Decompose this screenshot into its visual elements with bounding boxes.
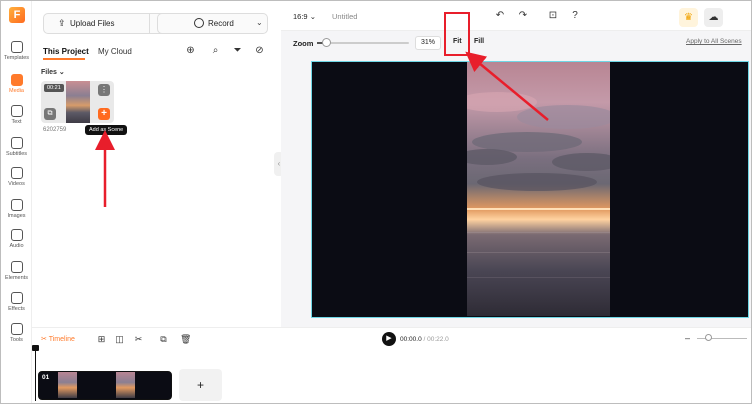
playback-time: 00:00.0 / 00:22.0 [400, 336, 449, 343]
sidebar-item-label: Text [11, 119, 22, 125]
images-icon [10, 199, 23, 211]
sidebar-item-subtitles[interactable]: Subtitles [1, 137, 32, 157]
sidebar-item-label: Effects [8, 306, 25, 312]
sidebar-item-audio[interactable]: Audio [1, 229, 32, 249]
sidebar-item-elements[interactable]: Elements [1, 261, 32, 281]
new-folder-icon[interactable]: ⊕ [185, 45, 196, 56]
upload-files-label: Upload Files [70, 19, 115, 28]
clip-frame [58, 372, 77, 398]
search-icon[interactable]: ⌕ [210, 45, 221, 56]
record-icon [194, 18, 204, 28]
split-icon[interactable]: ◫ [114, 334, 125, 345]
effects-icon [10, 292, 23, 304]
duration-badge: 00:21 [44, 84, 64, 92]
undo-icon[interactable]: ↶ [494, 10, 506, 22]
tab-my-cloud[interactable]: My Cloud [98, 47, 132, 56]
zoom-value[interactable]: 31% [415, 36, 441, 50]
templates-icon [10, 41, 23, 53]
sunset-scene [457, 92, 622, 278]
zoom-out-icon[interactable]: – [685, 333, 690, 343]
sidebar-item-tools[interactable]: Tools [1, 323, 32, 343]
fill-button[interactable]: Fill [474, 38, 484, 45]
tools-icon [10, 323, 23, 335]
sidebar-item-templates[interactable]: Templates [1, 41, 32, 61]
media-panel: ⇪ Upload Files ⌄ Record ⌄ This Project M… [32, 1, 278, 327]
sidebar-item-text[interactable]: Text [1, 105, 32, 125]
sidebar-item-images[interactable]: Images [1, 199, 32, 219]
zoom-toolbar: Zoom 31% Fit Fill Apply to All Scenes [281, 32, 751, 54]
app-logo[interactable]: F [9, 7, 25, 23]
sidebar-item-videos[interactable]: Videos [1, 167, 32, 187]
sidebar-item-media[interactable]: Media [1, 74, 32, 94]
crown-icon[interactable]: ♛ [679, 8, 698, 27]
record-label: Record [208, 19, 234, 28]
preview-canvas[interactable] [311, 61, 749, 318]
add-track-icon[interactable]: ⊞ [96, 334, 107, 345]
zoom-slider[interactable] [317, 38, 409, 47]
video-preview [457, 62, 622, 316]
zoom-slider-knob[interactable] [322, 38, 332, 47]
timeline-tab[interactable]: ✂ Timeline [41, 335, 75, 343]
redo-icon[interactable]: ↷ [517, 10, 529, 22]
total-time: / 00:22.0 [423, 336, 449, 343]
help-icon[interactable]: ? [569, 10, 581, 22]
screenshot-icon[interactable]: ⊡ [547, 10, 559, 22]
sidebar-item-label: Templates [3, 55, 30, 61]
add-as-scene-tooltip: Add as Scene [85, 125, 128, 135]
more-options-icon[interactable]: ⋮ [98, 84, 110, 96]
chevron-down-icon[interactable]: ⌄ [256, 18, 263, 27]
tab-this-project[interactable]: This Project [43, 47, 89, 56]
fit-highlight-box [444, 12, 470, 56]
timeline-clip[interactable]: 01 [38, 371, 172, 400]
add-scene-button[interactable]: + [179, 369, 222, 401]
replace-icon[interactable]: ⧉ [44, 108, 56, 120]
sidebar: F Templates Media Text Subtitles Videos Image… [1, 1, 32, 403]
hide-icon[interactable]: ⊘ [254, 45, 265, 56]
playhead[interactable] [35, 347, 36, 401]
sidebar-item-effects[interactable]: Effects [1, 292, 32, 312]
sidebar-item-label: Videos [8, 181, 25, 187]
file-name: 6202759 [43, 127, 67, 133]
tab-underline [43, 58, 85, 60]
elements-icon [10, 261, 23, 273]
aspect-ratio-select[interactable]: 16:9 ⌄ [293, 12, 316, 21]
divider [149, 14, 150, 33]
duplicate-icon[interactable]: ⧉ [158, 334, 169, 345]
cloud-save-icon[interactable]: ☁ [704, 8, 723, 27]
zoom-label: Zoom [293, 39, 314, 48]
media-file-card[interactable]: 00:21 ⋮ ⧉ + [41, 81, 114, 123]
timeline-label: Timeline [48, 336, 75, 343]
files-section-header[interactable]: Files ⌄ [41, 68, 65, 76]
clip-frame [116, 372, 135, 398]
audio-icon [10, 229, 23, 241]
play-button[interactable]: ▶ [382, 332, 396, 346]
add-as-scene-button[interactable]: + [98, 108, 110, 120]
project-title[interactable]: Untitled [332, 12, 357, 21]
apply-to-all-scenes-link[interactable]: Apply to All Scenes [686, 38, 742, 45]
current-time: 00:00.0 [400, 336, 422, 343]
cut-icon[interactable]: ✂ [133, 334, 144, 345]
clip-number: 01 [42, 374, 50, 381]
editor-topbar: 16:9 ⌄ Untitled ↶ ↷ ⊡ ? ♛ ☁ [281, 1, 751, 31]
video-thumbnail [66, 81, 90, 123]
subtitles-icon [10, 137, 23, 149]
filter-icon[interactable]: ⏷ [232, 45, 243, 56]
files-label: Files [41, 69, 57, 76]
aspect-ratio-value: 16:9 [293, 12, 308, 21]
sidebar-item-label: Subtitles [5, 151, 28, 157]
sidebar-item-label: Elements [5, 275, 28, 281]
record-button[interactable]: Record ⌄ [157, 13, 268, 34]
sidebar-item-label: Tools [10, 337, 23, 343]
timeline-zoom-knob[interactable] [705, 334, 712, 341]
text-icon [10, 105, 23, 117]
videos-icon [10, 167, 23, 179]
sidebar-item-label: Audio [9, 243, 24, 249]
delete-icon[interactable]: 🗑 [180, 334, 191, 345]
media-icon [10, 74, 23, 86]
upload-icon: ⇪ [58, 18, 66, 28]
sidebar-item-label: Images [7, 213, 26, 219]
sidebar-item-label: Media [9, 88, 24, 94]
playhead-handle[interactable] [32, 345, 39, 351]
